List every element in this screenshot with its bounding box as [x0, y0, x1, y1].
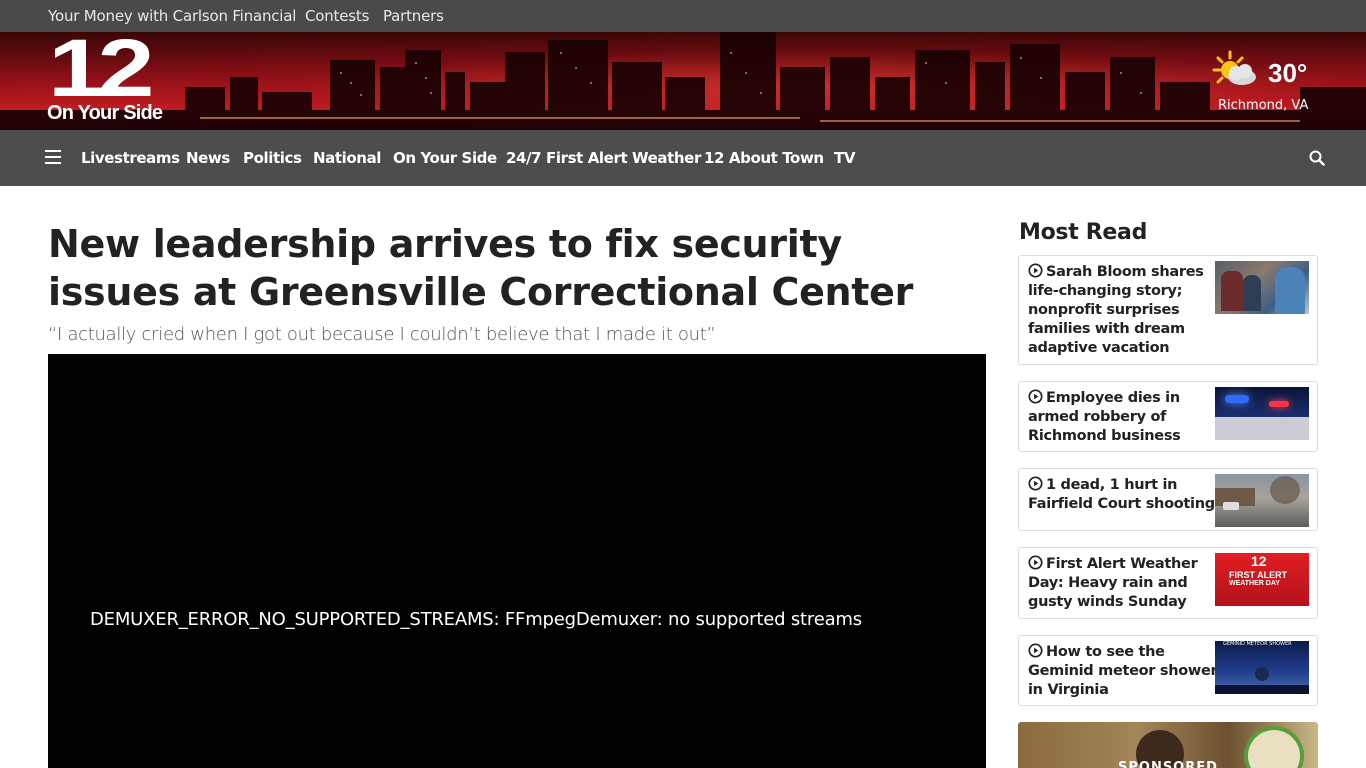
most-read-item-text: First Alert Weather Day: Heavy rain and …	[1028, 555, 1218, 612]
header-banner	[0, 32, 1366, 130]
thumb-alert-text: FIRST ALERT	[1229, 570, 1288, 580]
most-read-item[interactable]: How to see the Geminid meteor shower in …	[1018, 635, 1318, 706]
most-read-item[interactable]: Employee dies in armed robbery of Richmo…	[1018, 381, 1318, 452]
weather-widget[interactable]: 30° Richmond, VA	[1208, 50, 1318, 120]
article-subtitle: “I actually cried when I got out because…	[48, 324, 716, 345]
thumb-weather-day-text: WEATHER DAY	[1229, 580, 1280, 587]
article-title: New leadership arrives to fix security i…	[48, 222, 914, 314]
most-read-thumbnail: 12 FIRST ALERT WEATHER DAY	[1215, 553, 1309, 606]
most-read-item-title: How to see the Geminid meteor shower in …	[1028, 644, 1218, 698]
video-error-message: DEMUXER_ERROR_NO_SUPPORTED_STREAMS: FFmp…	[90, 609, 862, 630]
most-read-thumbnail: GEMINID METEOR SHOWER	[1215, 641, 1309, 694]
play-circle-icon	[1028, 263, 1043, 278]
most-read-item-text: Employee dies in armed robbery of Richmo…	[1028, 389, 1218, 446]
most-read-item-title: Sarah Bloom shares life-changing story; …	[1028, 264, 1204, 356]
top-utility-bar: Your Money with Carlson Financial Contes…	[0, 0, 1366, 32]
nav-item-politics[interactable]: Politics	[243, 149, 302, 167]
partly-cloudy-sun-icon	[1212, 50, 1256, 85]
topbar-link-partners[interactable]: Partners	[383, 7, 444, 25]
most-read-heading: Most Read	[1019, 220, 1148, 245]
most-read-thumbnail	[1215, 387, 1309, 440]
most-read-item-text: Sarah Bloom shares life-changing story; …	[1028, 263, 1218, 358]
weather-temperature: 30°	[1268, 58, 1308, 88]
play-circle-icon	[1028, 555, 1043, 570]
play-circle-icon	[1028, 389, 1043, 404]
city-skyline-image	[0, 32, 1366, 130]
nav-item-on-your-side[interactable]: On Your Side	[393, 149, 497, 167]
most-read-thumbnail	[1215, 474, 1309, 527]
weather-location: Richmond, VA	[1218, 98, 1309, 113]
most-read-item-title: 1 dead, 1 hurt in Fairfield Court shooti…	[1028, 477, 1215, 512]
play-circle-icon	[1028, 643, 1043, 658]
station-logo[interactable]: 12 On Your Side	[46, 28, 186, 126]
main-navigation: Livestreams News Politics National On Yo…	[0, 130, 1366, 186]
most-read-item-text: How to see the Geminid meteor shower in …	[1028, 643, 1218, 700]
most-read-item[interactable]: First Alert Weather Day: Heavy rain and …	[1018, 547, 1318, 619]
most-read-item[interactable]: Sarah Bloom shares life-changing story; …	[1018, 255, 1318, 365]
most-read-item-title: First Alert Weather Day: Heavy rain and …	[1028, 556, 1198, 610]
nav-item-first-alert-weather[interactable]: 24/7 First Alert Weather	[506, 149, 701, 167]
nav-item-national[interactable]: National	[313, 149, 381, 167]
search-icon[interactable]	[1309, 150, 1325, 166]
hamburger-menu-icon[interactable]	[45, 150, 61, 166]
most-read-item-title: Employee dies in armed robbery of Richmo…	[1028, 390, 1181, 444]
nav-item-about-town[interactable]: 12 About Town	[704, 149, 824, 167]
most-read-thumbnail	[1215, 261, 1309, 314]
most-read-item[interactable]: 1 dead, 1 hurt in Fairfield Court shooti…	[1018, 468, 1318, 531]
logo-tagline: On Your Side	[47, 102, 163, 124]
play-circle-icon	[1028, 476, 1043, 491]
logo-number: 12	[48, 23, 155, 114]
video-player[interactable]: DEMUXER_ERROR_NO_SUPPORTED_STREAMS: FFmp…	[48, 354, 986, 768]
nav-item-livestreams[interactable]: Livestreams	[81, 149, 180, 167]
thumb-meteor-text: GEMINID METEOR SHOWER	[1223, 641, 1292, 647]
thumb-logo-text: 12	[1251, 553, 1267, 569]
nav-item-news[interactable]: News	[186, 149, 230, 167]
most-read-item-text: 1 dead, 1 hurt in Fairfield Court shooti…	[1028, 476, 1218, 514]
topbar-link-contests[interactable]: Contests	[305, 7, 369, 25]
sponsored-label: SPONSORED	[1118, 760, 1218, 768]
nav-item-tv[interactable]: TV	[834, 149, 855, 167]
sponsored-ad[interactable]: SPONSORED	[1018, 722, 1318, 768]
